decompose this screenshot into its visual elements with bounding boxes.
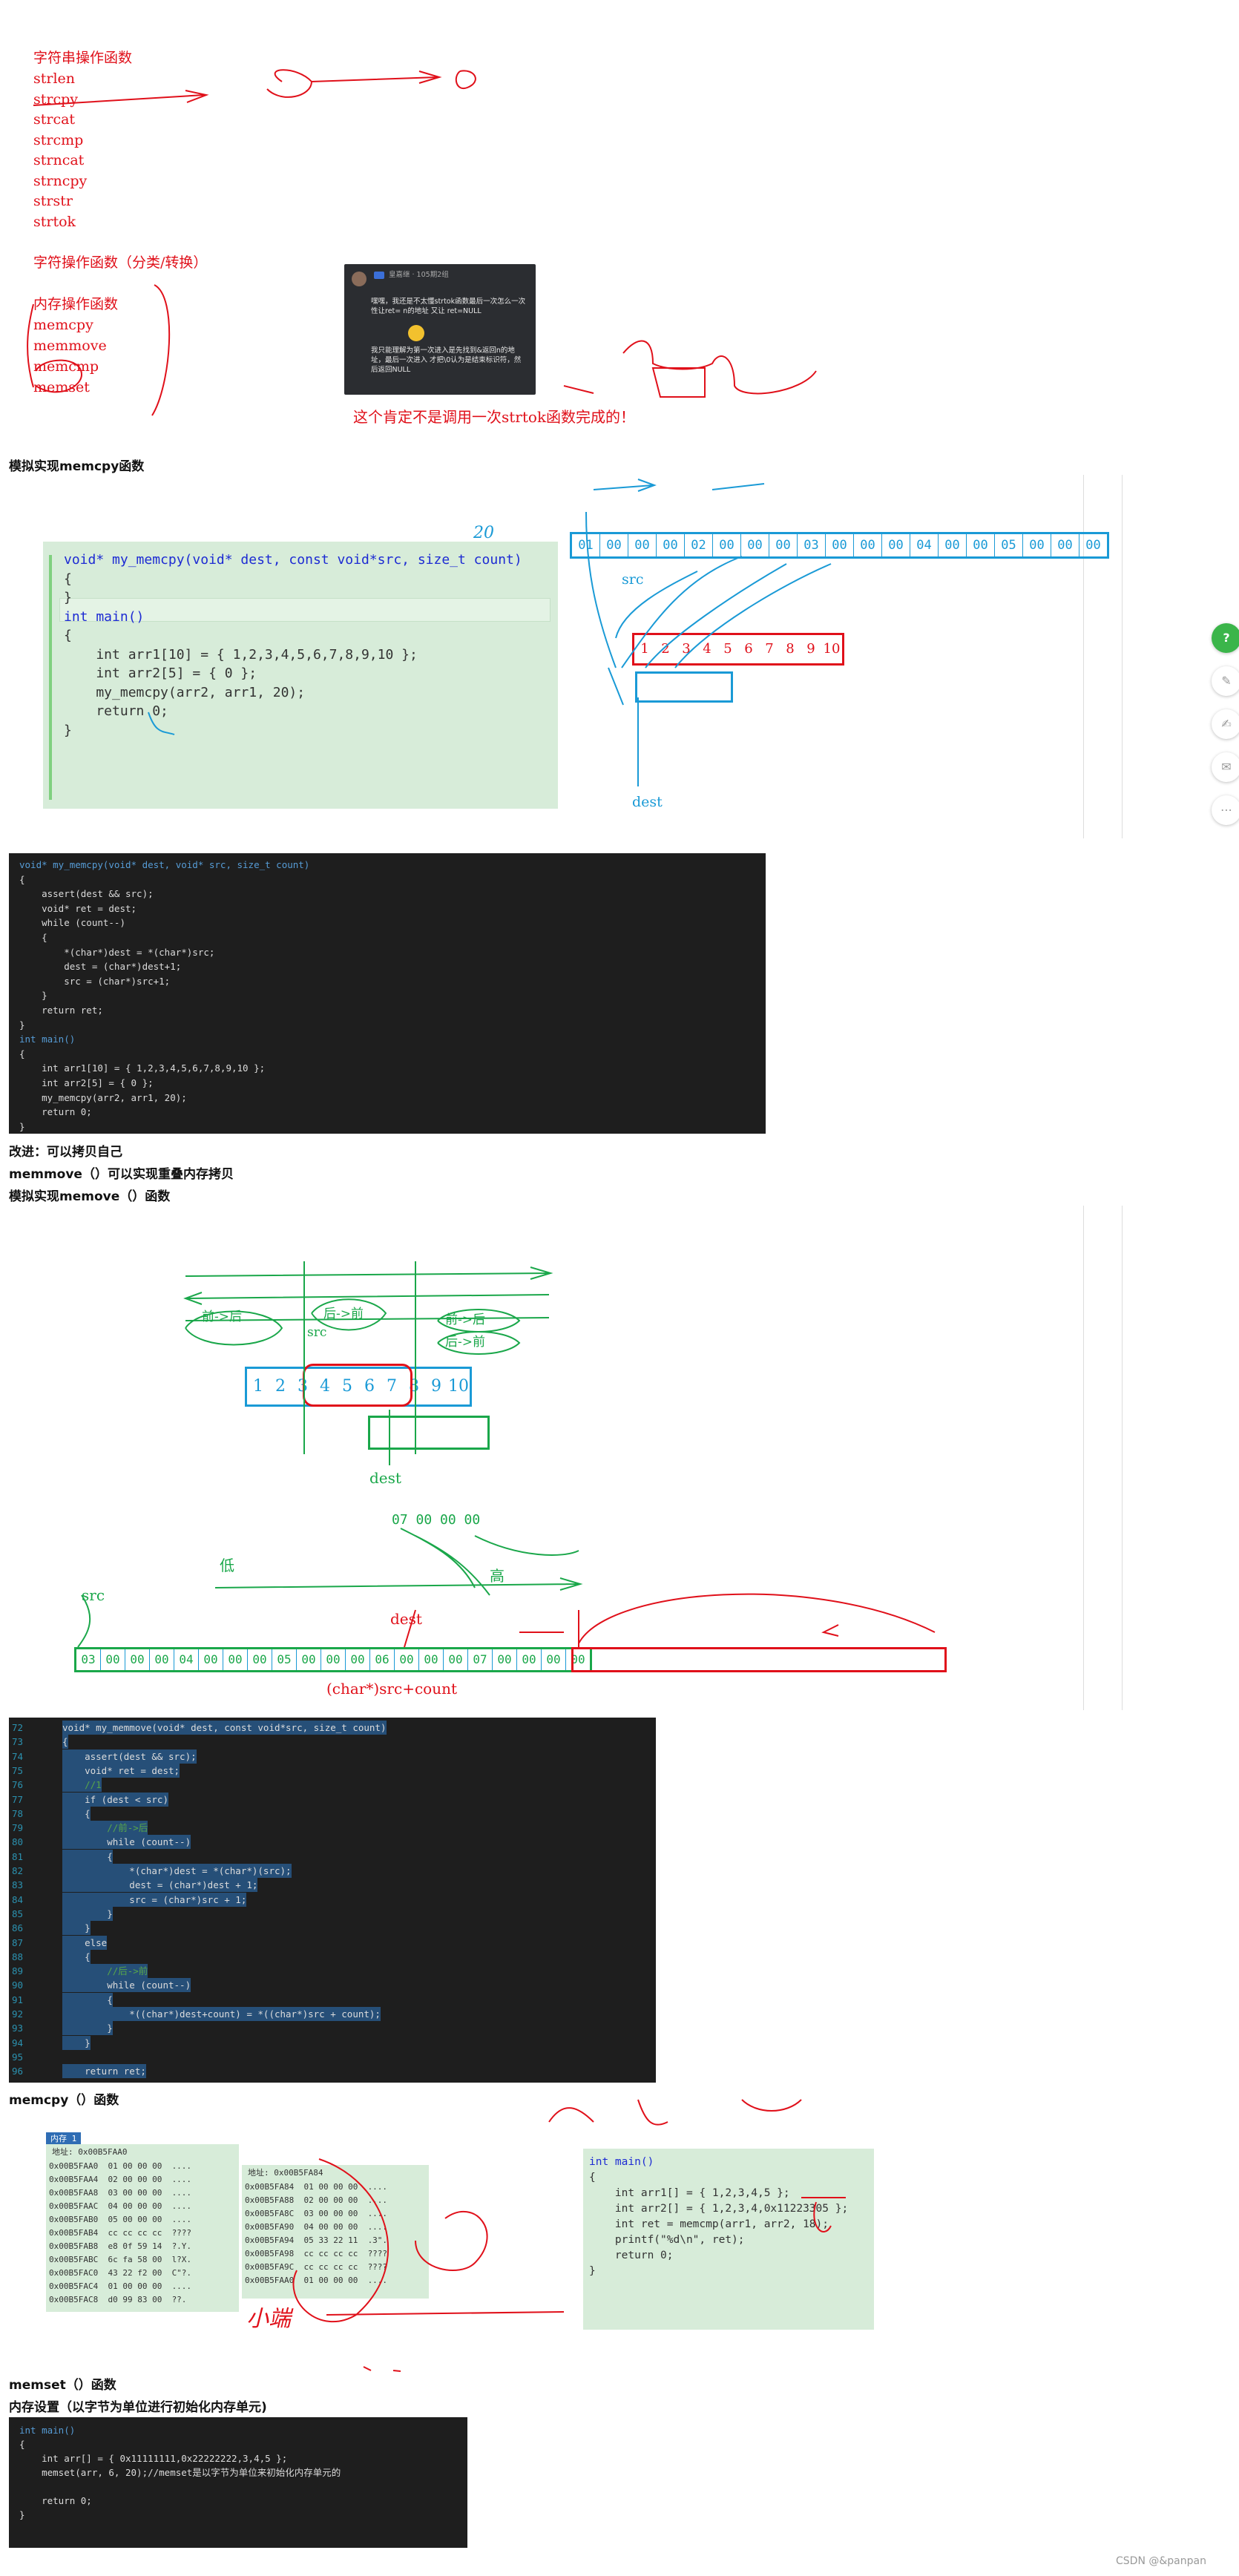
handwritten-strokes (27, 69, 936, 2372)
arrow-strcpy (33, 90, 209, 106)
